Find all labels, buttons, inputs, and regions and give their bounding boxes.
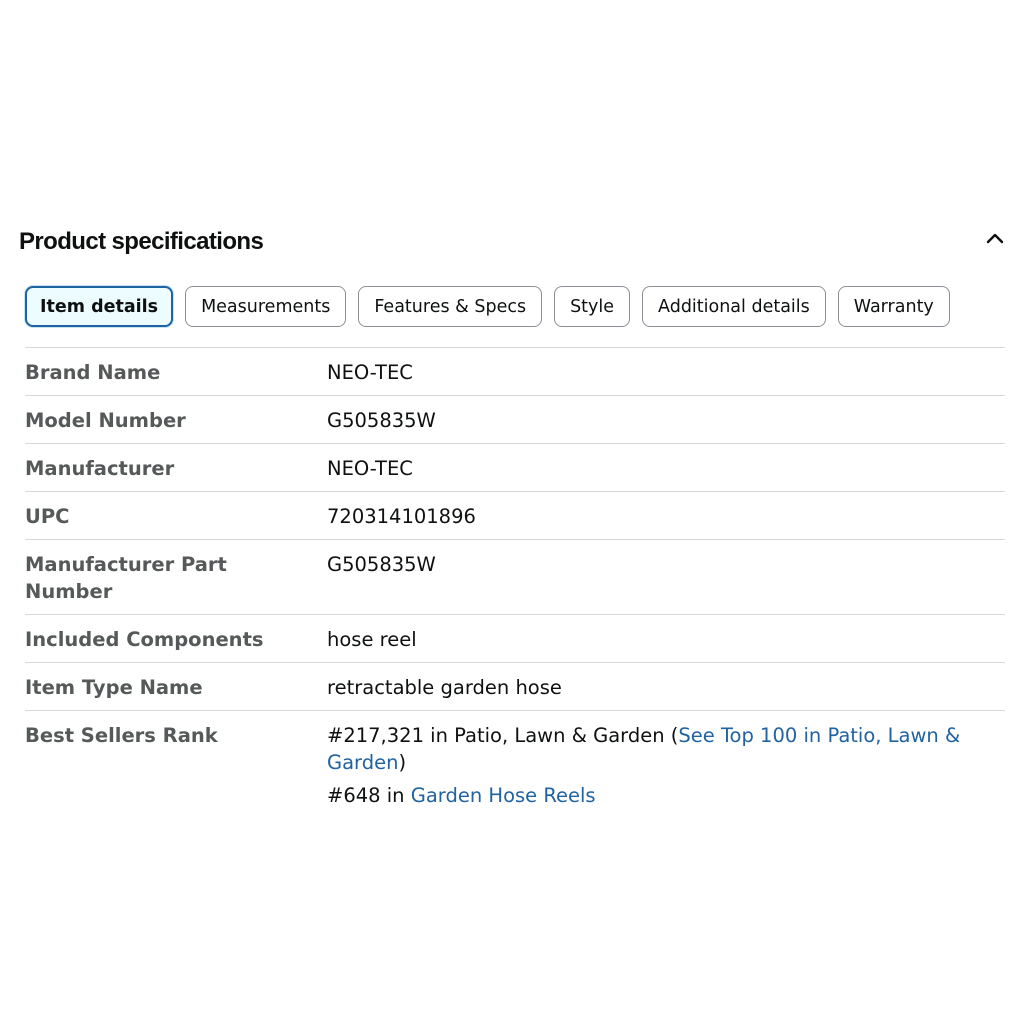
spec-row-manufacturer: Manufacturer NEO-TEC xyxy=(25,444,1005,492)
product-specifications-section: Product specifications Item details Meas… xyxy=(0,0,1024,1024)
rank-text: #648 in xyxy=(327,784,411,807)
spec-value: retractable garden hose xyxy=(327,676,562,699)
spec-label: Manufacturer Part Number xyxy=(25,553,227,603)
rank-text: ) xyxy=(398,751,407,774)
rank-line: #217,321 in Patio, Lawn & Garden (See To… xyxy=(327,722,1005,776)
spec-label: Included Components xyxy=(25,628,264,651)
spec-row-manufacturer-part-number: Manufacturer Part Number G505835W xyxy=(25,540,1005,615)
spec-label: UPC xyxy=(25,505,70,528)
spec-tabs: Item details Measurements Features & Spe… xyxy=(25,286,950,327)
spec-label: Brand Name xyxy=(25,361,161,384)
spec-label: Best Sellers Rank xyxy=(25,724,218,747)
spec-value: hose reel xyxy=(327,628,417,651)
garden-hose-reels-link[interactable]: Garden Hose Reels xyxy=(411,784,596,807)
spec-label: Model Number xyxy=(25,409,186,432)
spec-row-model-number: Model Number G505835W xyxy=(25,396,1005,444)
spec-row-upc: UPC 720314101896 xyxy=(25,492,1005,540)
spec-value: 720314101896 xyxy=(327,505,476,528)
collapse-button[interactable] xyxy=(981,224,1009,252)
spec-value: NEO-TEC xyxy=(327,361,413,384)
spec-row-included-components: Included Components hose reel xyxy=(25,615,1005,663)
rank-text: #217,321 in Patio, Lawn & Garden ( xyxy=(327,724,679,747)
tab-additional-details[interactable]: Additional details xyxy=(642,286,826,327)
spec-value: NEO-TEC xyxy=(327,457,413,480)
spec-row-best-sellers-rank: Best Sellers Rank #217,321 in Patio, Law… xyxy=(25,711,1005,818)
tab-measurements[interactable]: Measurements xyxy=(185,286,347,327)
section-title: Product specifications xyxy=(19,228,264,255)
chevron-up-icon xyxy=(986,233,1004,244)
tab-item-details[interactable]: Item details xyxy=(25,286,174,327)
spec-value: #217,321 in Patio, Lawn & Garden (See To… xyxy=(327,722,1005,809)
spec-table: Brand Name NEO-TEC Model Number G505835W… xyxy=(25,347,1005,818)
spec-value: G505835W xyxy=(327,409,436,432)
spec-value: G505835W xyxy=(327,553,436,576)
tab-style[interactable]: Style xyxy=(554,286,631,327)
section-header: Product specifications xyxy=(19,222,1009,262)
spec-label: Item Type Name xyxy=(25,676,203,699)
tab-warranty[interactable]: Warranty xyxy=(837,286,950,327)
spec-row-brand: Brand Name NEO-TEC xyxy=(25,348,1005,396)
tab-features-specs[interactable]: Features & Specs xyxy=(358,286,543,327)
rank-line: #648 in Garden Hose Reels xyxy=(327,782,1005,809)
spec-label: Manufacturer xyxy=(25,457,175,480)
spec-row-item-type-name: Item Type Name retractable garden hose xyxy=(25,663,1005,711)
